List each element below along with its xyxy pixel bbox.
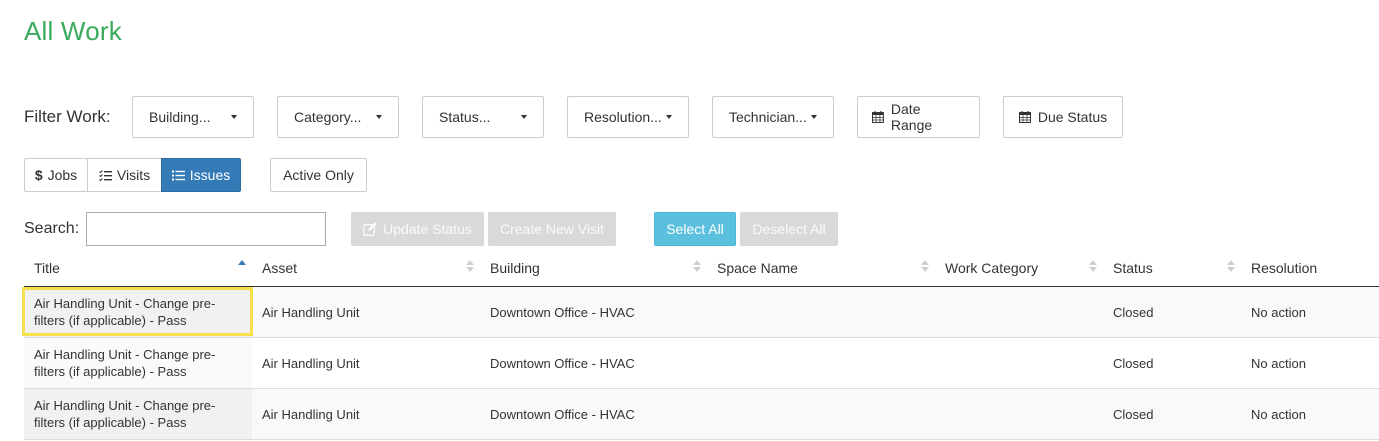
cell-space-name bbox=[707, 337, 935, 389]
column-header-title[interactable]: Title bbox=[24, 250, 252, 287]
update-status-label: Update Status bbox=[383, 221, 472, 237]
cell-resolution: No action bbox=[1241, 388, 1379, 440]
active-only-toggle[interactable]: Active Only bbox=[270, 158, 367, 192]
column-header-space-name[interactable]: Space Name bbox=[707, 250, 935, 287]
create-new-visit-button[interactable]: Create New Visit bbox=[488, 212, 616, 246]
search-input[interactable] bbox=[86, 212, 326, 246]
tab-visits-label: Visits bbox=[116, 167, 151, 183]
tab-issues-label: Issues bbox=[189, 167, 231, 183]
cell-work-category bbox=[935, 388, 1103, 440]
caret-down-icon bbox=[376, 115, 382, 119]
category-filter-label: Category... bbox=[294, 109, 362, 125]
sort-ascending-icon bbox=[238, 260, 246, 274]
date-range-label: Date Range bbox=[890, 101, 933, 133]
column-header-label: Building bbox=[490, 260, 540, 276]
sort-icon bbox=[693, 260, 701, 274]
cell-title: Air Handling Unit - Change pre-filters (… bbox=[24, 286, 252, 338]
edit-icon bbox=[363, 222, 378, 236]
checklist-icon bbox=[99, 169, 112, 181]
cell-work-category bbox=[935, 286, 1103, 338]
sort-icon bbox=[1089, 260, 1097, 274]
column-header-asset[interactable]: Asset bbox=[252, 250, 480, 287]
cell-title: Air Handling Unit - Change pre-filters (… bbox=[24, 337, 252, 389]
table-row[interactable]: Air Handling Unit - Change pre-filters (… bbox=[24, 337, 1379, 389]
cell-asset: Air Handling Unit bbox=[252, 388, 480, 440]
category-filter-dropdown[interactable]: Category... bbox=[277, 96, 399, 138]
column-header-label: Work Category bbox=[945, 260, 1039, 276]
date-range-button[interactable]: Date Range bbox=[857, 96, 980, 138]
cell-title: Air Handling Unit - Change pre-filters (… bbox=[24, 388, 252, 440]
sort-icon bbox=[921, 260, 929, 274]
page-title: All Work bbox=[24, 16, 122, 46]
cell-space-name bbox=[707, 388, 935, 440]
cell-space-name bbox=[707, 286, 935, 338]
cell-status: Closed bbox=[1103, 388, 1241, 440]
column-header-status[interactable]: Status bbox=[1103, 250, 1241, 287]
tab-visits[interactable]: Visits bbox=[87, 158, 162, 192]
due-status-label: Due Status bbox=[1037, 109, 1108, 125]
sort-icon bbox=[1227, 260, 1235, 274]
building-filter-dropdown[interactable]: Building... bbox=[132, 96, 254, 138]
resolution-filter-dropdown[interactable]: Resolution... bbox=[567, 96, 689, 138]
cell-asset: Air Handling Unit bbox=[252, 286, 480, 338]
column-header-building[interactable]: Building bbox=[480, 250, 707, 287]
table-row[interactable]: Air Handling Unit - Change pre-filters (… bbox=[24, 286, 1379, 338]
cell-building: Downtown Office - HVAC bbox=[480, 286, 707, 338]
column-header-label: Space Name bbox=[717, 260, 798, 276]
status-filter-dropdown[interactable]: Status... bbox=[422, 96, 544, 138]
tab-jobs[interactable]: $ Jobs bbox=[24, 158, 88, 192]
column-header-label: Asset bbox=[262, 260, 298, 276]
status-filter-label: Status... bbox=[439, 109, 491, 125]
sort-icon bbox=[466, 260, 474, 274]
deselect-all-button[interactable]: Deselect All bbox=[740, 212, 838, 246]
view-toggle-group: $ Jobs Visits Issues bbox=[24, 158, 241, 192]
column-header-resolution[interactable]: Resolution bbox=[1241, 250, 1379, 287]
table-row[interactable]: Air Handling Unit - Change pre-filters (… bbox=[24, 388, 1379, 440]
select-all-button[interactable]: Select All bbox=[654, 212, 736, 246]
column-header-work-category[interactable]: Work Category bbox=[935, 250, 1103, 287]
cell-status: Closed bbox=[1103, 286, 1241, 338]
table-header-row: Title Asset Building Space Name Work Cat… bbox=[24, 250, 1379, 287]
cell-status: Closed bbox=[1103, 337, 1241, 389]
calendar-icon bbox=[1018, 111, 1031, 123]
cell-resolution: No action bbox=[1241, 286, 1379, 338]
cell-resolution: No action bbox=[1241, 337, 1379, 389]
due-status-button[interactable]: Due Status bbox=[1003, 96, 1123, 138]
caret-down-icon bbox=[231, 115, 237, 119]
cell-asset: Air Handling Unit bbox=[252, 337, 480, 389]
tab-issues[interactable]: Issues bbox=[161, 158, 241, 192]
technician-filter-label: Technician... bbox=[729, 109, 807, 125]
cell-building: Downtown Office - HVAC bbox=[480, 337, 707, 389]
search-label: Search: bbox=[24, 220, 80, 237]
issues-table: Title Asset Building Space Name Work Cat… bbox=[24, 250, 1379, 440]
calendar-icon bbox=[872, 111, 884, 123]
cell-building: Downtown Office - HVAC bbox=[480, 388, 707, 440]
column-header-label: Title bbox=[34, 260, 60, 276]
caret-down-icon bbox=[521, 115, 527, 119]
column-header-label: Resolution bbox=[1251, 260, 1318, 276]
list-icon bbox=[171, 170, 185, 180]
technician-filter-dropdown[interactable]: Technician... bbox=[712, 96, 834, 138]
filter-label: Filter Work: bbox=[24, 107, 111, 126]
dollar-icon: $ bbox=[34, 167, 43, 183]
resolution-filter-label: Resolution... bbox=[584, 109, 662, 125]
column-header-label: Status bbox=[1113, 260, 1153, 276]
caret-down-icon bbox=[666, 115, 672, 119]
tab-jobs-label: Jobs bbox=[47, 167, 78, 183]
update-status-button[interactable]: Update Status bbox=[351, 212, 484, 246]
cell-work-category bbox=[935, 337, 1103, 389]
building-filter-label: Building... bbox=[149, 109, 211, 125]
caret-down-icon bbox=[811, 115, 817, 119]
